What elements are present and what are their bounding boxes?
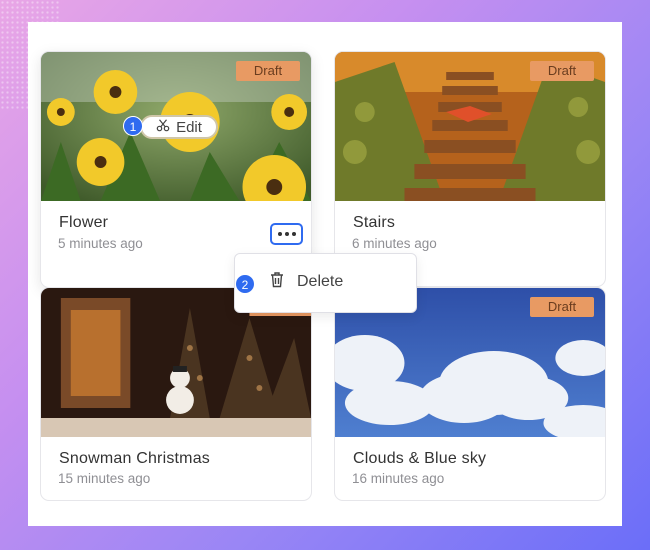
card-timestamp: 6 minutes ago bbox=[352, 236, 437, 251]
draft-badge: Draft bbox=[236, 61, 300, 81]
gallery-panel: Draft Edit 1 Flower 5 minutes ago Draft … bbox=[28, 22, 622, 526]
draft-badge: Draft bbox=[530, 297, 594, 317]
card-title: Stairs bbox=[353, 214, 396, 231]
more-options-button[interactable] bbox=[270, 223, 303, 245]
scissors-icon bbox=[156, 118, 170, 136]
edit-label: Edit bbox=[176, 118, 202, 136]
edit-button[interactable]: Edit bbox=[140, 115, 218, 139]
draft-badge: Draft bbox=[530, 61, 594, 81]
card-title: Snowman Christmas bbox=[59, 450, 211, 467]
card-stairs[interactable]: Draft Stairs 6 minutes ago bbox=[334, 51, 606, 287]
delete-menu-item[interactable]: Delete bbox=[269, 271, 343, 293]
card-title: Clouds & Blue sky bbox=[353, 450, 487, 467]
more-options-menu: 2 Delete bbox=[234, 253, 417, 313]
step-marker-1: 1 bbox=[123, 116, 143, 136]
delete-label: Delete bbox=[297, 273, 344, 290]
step-marker-2: 2 bbox=[235, 274, 255, 294]
card-timestamp: 15 minutes ago bbox=[58, 471, 151, 486]
card-title: Flower bbox=[59, 214, 109, 231]
card-timestamp: 5 minutes ago bbox=[58, 236, 143, 251]
card-clouds-blue-sky[interactable]: Draft Clouds & Blue sky 16 minutes ago bbox=[334, 287, 606, 501]
card-timestamp: 16 minutes ago bbox=[352, 471, 445, 486]
card-snowman-christmas[interactable]: Snowman Christmas 15 minutes ago bbox=[40, 287, 312, 501]
more-dots-icon bbox=[277, 232, 282, 236]
trash-icon bbox=[269, 271, 285, 293]
